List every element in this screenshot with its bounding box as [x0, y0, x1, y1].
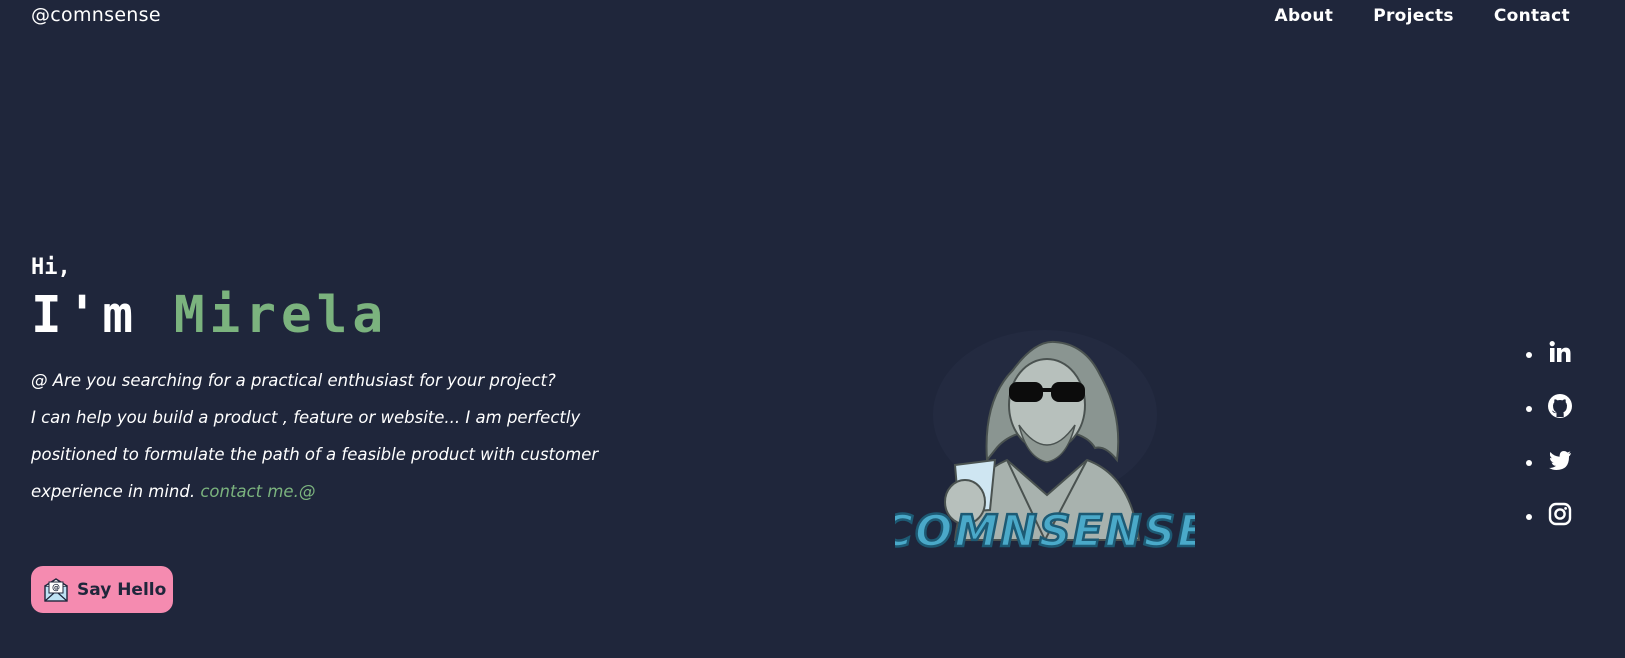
social-list — [1526, 325, 1573, 541]
list-bullet — [1526, 460, 1532, 466]
comnsense-logo: COMNSENSE — [879, 330, 1209, 560]
social-item-linkedin — [1526, 325, 1573, 379]
hero-section: Hi, I'm Mirela @ Are you searching for a… — [31, 255, 651, 510]
headline-im: I'm — [31, 286, 174, 345]
logo-text: COMNSENSE — [895, 506, 1195, 557]
list-bullet — [1526, 406, 1532, 412]
brand-handle[interactable]: @comnsense — [31, 4, 161, 26]
mail-icon: @ — [43, 577, 69, 603]
list-bullet — [1526, 352, 1532, 358]
headline: I'm Mirela — [31, 286, 651, 345]
bio: @ Are you searching for a practical enth… — [31, 362, 611, 510]
contact-me-link[interactable]: contact me.@ — [200, 482, 315, 501]
social-item-instagram — [1526, 487, 1573, 541]
nav-projects[interactable]: Projects — [1373, 6, 1454, 26]
headline-name: Mirela — [173, 286, 389, 345]
social-item-github — [1526, 379, 1573, 433]
social-item-twitter — [1526, 433, 1573, 487]
bio-line-1: @ Are you searching for a practical enth… — [31, 371, 556, 391]
svg-text:@: @ — [52, 583, 60, 592]
say-hello-label: Say Hello — [77, 579, 167, 600]
instagram-icon[interactable] — [1547, 501, 1573, 527]
main-nav: About Projects Contact — [1274, 6, 1570, 26]
twitter-icon[interactable] — [1547, 447, 1573, 473]
linkedin-icon[interactable] — [1547, 339, 1573, 365]
nav-about[interactable]: About — [1274, 6, 1333, 26]
greeting: Hi, — [31, 255, 71, 280]
say-hello-button[interactable]: @ Say Hello — [31, 566, 173, 613]
nav-contact[interactable]: Contact — [1494, 6, 1570, 26]
github-icon[interactable] — [1547, 393, 1573, 419]
list-bullet — [1526, 514, 1532, 520]
